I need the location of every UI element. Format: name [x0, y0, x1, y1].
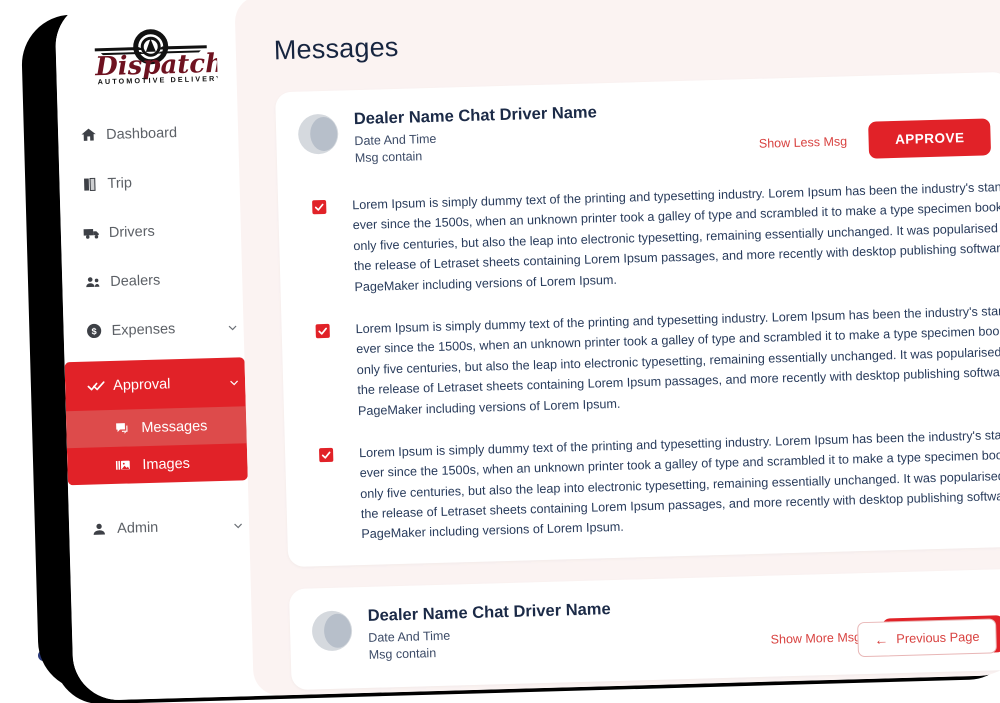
chevron-down-icon[interactable] — [223, 376, 245, 389]
people-icon — [84, 272, 110, 291]
checkbox-checked-icon[interactable] — [315, 323, 330, 339]
toggle-messages-link[interactable]: Show More Msg — [770, 631, 861, 648]
pagination: ← Previous Page — [856, 618, 997, 658]
sidebar-item-label: Messages — [141, 417, 208, 436]
message-body: Lorem Ipsum is simply dummy text of the … — [352, 177, 1000, 294]
message-item: Lorem Ipsum is simply dummy text of the … — [307, 425, 1000, 546]
avatar — [297, 113, 339, 155]
sidebar-item-messages[interactable]: Messages — [65, 406, 247, 449]
chevron-down-icon[interactable] — [227, 519, 249, 532]
chat-icon — [114, 420, 141, 436]
sidebar-item-dealers[interactable]: Dealers — [62, 253, 243, 307]
checkbox-checked-icon[interactable] — [318, 447, 334, 463]
sidebar-item-approval[interactable]: Approval — [64, 357, 245, 411]
message-card-info: Dealer Name Chat Driver Name Date And Ti… — [354, 99, 760, 168]
sidebar-item-trip[interactable]: Trip — [59, 155, 240, 209]
sidebar-item-admin[interactable]: Admin — [68, 500, 249, 554]
image-icon — [115, 457, 142, 473]
sidebar-item-label: Dashboard — [105, 124, 178, 143]
message-card-header: Dealer Name Chat Driver Name Date And Ti… — [276, 92, 1000, 175]
sidebar-item-label: Trip — [107, 174, 133, 192]
sidebar-item-label: Expenses — [111, 320, 176, 339]
sidebar-item-drivers[interactable]: Drivers — [60, 204, 241, 258]
dispatch-logo-icon: Dispatch AUTOMOTIVE DELIVERY — [94, 29, 218, 86]
double-check-icon — [87, 376, 114, 396]
message-item: Lorem Ipsum is simply dummy text of the … — [300, 177, 1000, 298]
message-card-info: Dealer Name Chat Driver Name Date And Ti… — [367, 596, 771, 665]
previous-page-button[interactable]: ← Previous Page — [856, 618, 997, 658]
sidebar-nav: Dashboard Trip Drivers Dealers $ Expense… — [57, 106, 249, 554]
message-card: Dealer Name Chat Driver Name Date And Ti… — [275, 71, 1000, 567]
sidebar-item-images[interactable]: Images — [67, 443, 248, 485]
sidebar-item-label: Drivers — [108, 223, 156, 241]
sidebar-item-label: Admin — [116, 519, 159, 537]
arrow-left-icon: ← — [874, 630, 889, 648]
message-body: Lorem Ipsum is simply dummy text of the … — [355, 301, 1000, 418]
dollar-circle-icon: $ — [85, 322, 111, 340]
sidebar-group-approval: Approval Messages Images — [64, 357, 248, 486]
screenshot-stage: Dispatch AUTOMOTIVE DELIVERY Dashboard T… — [0, 0, 1000, 703]
sidebar: Dispatch AUTOMOTIVE DELIVERY Dashboard T… — [54, 0, 254, 702]
sidebar-item-dashboard[interactable]: Dashboard — [57, 106, 238, 160]
previous-page-label: Previous Page — [896, 628, 980, 647]
avatar — [311, 610, 353, 652]
message-card-actions: Show Less Msg APPROVE — [758, 118, 992, 161]
message-body: Lorem Ipsum is simply dummy text of the … — [358, 425, 1000, 542]
toggle-messages-link[interactable]: Show Less Msg — [759, 134, 848, 150]
approve-button[interactable]: APPROVE — [868, 118, 992, 159]
sidebar-item-label: Dealers — [110, 272, 161, 290]
home-icon — [80, 126, 106, 144]
sidebar-item-expenses[interactable]: $ Expenses — [63, 302, 244, 356]
brand-logo[interactable]: Dispatch AUTOMOTIVE DELIVERY — [55, 14, 237, 97]
checkbox-checked-icon[interactable] — [312, 199, 327, 215]
page-title: Messages — [273, 31, 399, 66]
truck-icon — [83, 223, 110, 243]
app-window: Dispatch AUTOMOTIVE DELIVERY Dashboard T… — [54, 0, 1000, 702]
person-icon — [91, 520, 117, 537]
sidebar-item-label: Images — [142, 455, 191, 473]
main-content: Messages Dealer Name Chat Driver Name Da… — [234, 0, 1000, 697]
chevron-down-icon[interactable] — [221, 321, 243, 334]
message-list: Lorem Ipsum is simply dummy text of the … — [278, 177, 1000, 547]
map-icon — [81, 176, 107, 193]
message-item: Lorem Ipsum is simply dummy text of the … — [303, 301, 1000, 422]
svg-text:$: $ — [91, 326, 96, 336]
sidebar-item-label: Approval — [112, 375, 171, 394]
